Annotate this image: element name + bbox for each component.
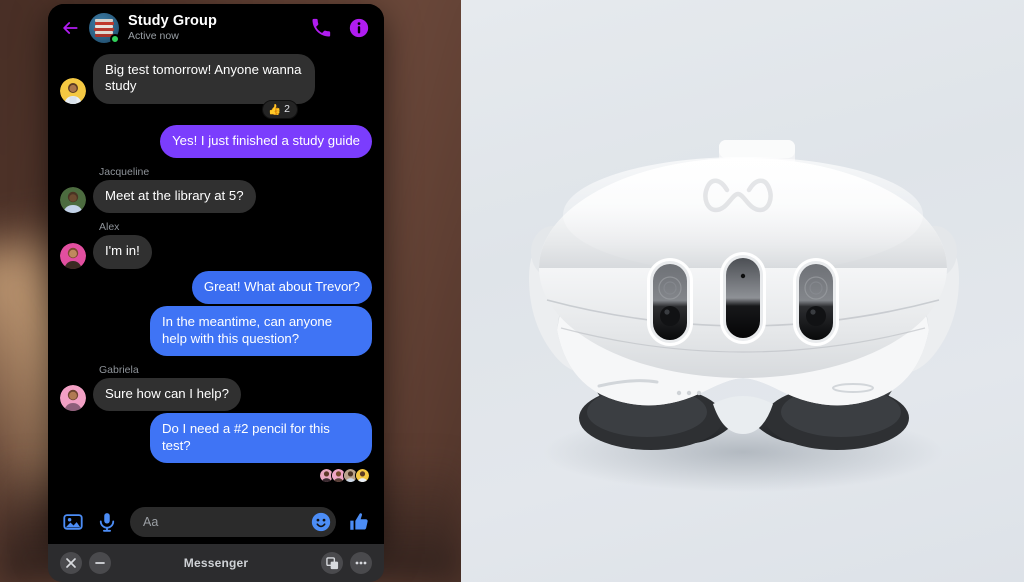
message-row-incoming: I'm in! — [60, 235, 372, 269]
back-arrow-icon[interactable] — [60, 18, 80, 38]
message-bubble[interactable]: Yes! I just finished a study guide — [160, 124, 372, 159]
resize-window-button[interactable] — [321, 552, 343, 574]
minimize-button[interactable] — [89, 552, 111, 574]
conversation-header: Study Group Active now — [48, 4, 384, 52]
message-row-outgoing: In the meantime, can anyone help with th… — [60, 306, 372, 356]
more-options-icon — [355, 561, 367, 565]
vr-headset-image — [529, 140, 959, 492]
info-icon[interactable] — [348, 17, 370, 39]
messenger-panel: Study Group Active now Big test tomorrow… — [48, 4, 384, 544]
message-bubble[interactable]: Big test tomorrow! Anyone wanna study — [93, 54, 315, 104]
sender-name: Jacqueline — [99, 166, 150, 179]
close-button[interactable] — [60, 552, 82, 574]
message-reaction[interactable]: 👍 2 — [60, 99, 298, 119]
message-row-incoming: Big test tomorrow! Anyone wanna study — [60, 54, 372, 104]
search-input[interactable] — [143, 515, 310, 529]
image-icon[interactable] — [62, 511, 84, 533]
reaction-count: 2 — [284, 103, 290, 116]
message-composer — [48, 500, 384, 544]
message-row-outgoing: Yes! I just finished a study guide — [60, 124, 372, 159]
message-input-pill[interactable] — [130, 507, 336, 537]
online-status-dot — [110, 34, 120, 44]
message-thread[interactable]: Big test tomorrow! Anyone wanna study 👍 … — [48, 52, 384, 500]
window-title: Messenger — [183, 556, 249, 570]
phone-icon[interactable] — [310, 17, 332, 39]
thumbs-up-icon[interactable] — [348, 511, 370, 533]
status-badge: Active now — [128, 30, 179, 43]
smiley-icon[interactable] — [310, 511, 332, 533]
page-title: Study Group — [128, 13, 217, 29]
avatar — [60, 242, 86, 269]
window-chrome-bar: Messenger — [48, 544, 384, 582]
message-bubble[interactable]: Meet at the library at 5? — [93, 180, 256, 214]
close-icon — [66, 558, 76, 568]
sender-name: Gabriela — [99, 363, 139, 376]
product-photo-pane — [461, 0, 1024, 582]
more-options-button[interactable] — [350, 552, 372, 574]
microphone-icon[interactable] — [96, 511, 118, 533]
group-avatar[interactable] — [89, 13, 120, 44]
message-row-outgoing: Great! What about Trevor? — [60, 270, 372, 305]
avatar — [60, 385, 86, 412]
message-bubble[interactable]: Do I need a #2 pencil for this test? — [150, 413, 372, 463]
message-row-incoming: Meet at the library at 5? — [60, 180, 372, 214]
thumbs-up-emoji-icon: 👍 — [268, 103, 282, 116]
conversation-title-block[interactable]: Study Group Active now — [128, 13, 294, 43]
message-row-outgoing: Do I need a #2 pencil for this test? — [60, 413, 372, 463]
screen-root: Study Group Active now Big test tomorrow… — [0, 0, 1024, 582]
resize-window-icon — [325, 556, 338, 569]
message-row-incoming: Sure how can I help? — [60, 377, 372, 412]
message-bubble[interactable]: Sure how can I help? — [93, 377, 241, 412]
message-bubble[interactable]: In the meantime, can anyone help with th… — [150, 306, 372, 356]
message-bubble[interactable]: I'm in! — [93, 235, 152, 269]
avatar — [60, 187, 86, 214]
sender-name: Alex — [99, 221, 120, 234]
seen-by-avatars[interactable] — [60, 467, 370, 483]
minimize-icon — [95, 562, 105, 564]
avatar — [355, 467, 370, 483]
message-bubble[interactable]: Great! What about Trevor? — [191, 270, 372, 305]
